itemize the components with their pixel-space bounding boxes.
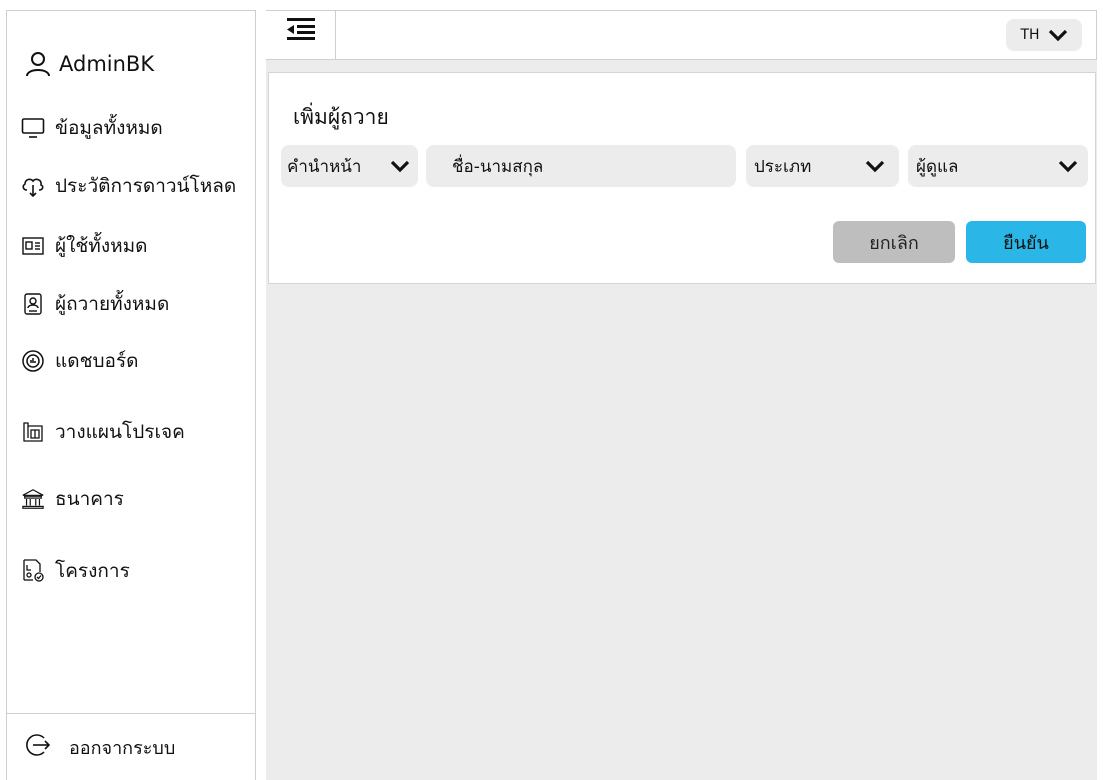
- cloud-download-icon: [21, 174, 45, 198]
- sidebar-item-download-history[interactable]: ประวัติการดาวน์โหลด: [21, 171, 236, 201]
- sidebar-item-label: โครงการ: [55, 560, 130, 582]
- type-select-label: ประเภท: [754, 156, 812, 177]
- chevron-down-icon: [390, 160, 410, 173]
- language-selector[interactable]: TH: [1006, 19, 1082, 51]
- sidebar-item-label: ข้อมูลทั้งหมด: [55, 117, 163, 139]
- sidebar-item-label: ธนาคาร: [55, 488, 124, 510]
- bank-icon: [21, 487, 45, 511]
- chevron-down-icon: [1058, 160, 1078, 173]
- sidebar-item-all-donors[interactable]: ผู้ถวายทั้งหมด: [21, 289, 169, 319]
- id-card-icon: [21, 234, 45, 258]
- fullname-input[interactable]: ชื่อ-นามสกุล: [426, 145, 736, 187]
- sidebar-item-label: วางแผนโปรเจค: [55, 421, 185, 443]
- confirm-button[interactable]: ยืนยัน: [966, 221, 1086, 263]
- type-select[interactable]: ประเภท: [746, 145, 899, 187]
- topbar: TH: [266, 10, 1097, 60]
- sidebar-item-projects[interactable]: โครงการ: [21, 556, 130, 586]
- form-title: เพิ่มผู้ถวาย: [293, 105, 389, 129]
- user-profile: AdminBK: [25, 51, 154, 77]
- logout-button[interactable]: ออกจากระบบ: [7, 713, 255, 780]
- user-icon: [26, 52, 50, 77]
- sidebar-item-label: แดชบอร์ด: [55, 350, 139, 372]
- caretaker-select-label: ผู้ดูแล: [916, 156, 959, 177]
- sidebar-item-all-users[interactable]: ผู้ใช้ทั้งหมด: [21, 231, 148, 261]
- sidebar-item-label: ประวัติการดาวน์โหลด: [55, 175, 237, 197]
- sidebar-item-project-planning[interactable]: วางแผนโปรเจค: [21, 417, 185, 447]
- sidebar-item-all-data[interactable]: ข้อมูลทั้งหมด: [21, 113, 163, 143]
- caretaker-select[interactable]: ผู้ดูแล: [908, 145, 1088, 187]
- add-donor-form: เพิ่มผู้ถวาย คำนำหน้า ชื่อ-นามสกุล ประเภ…: [268, 72, 1096, 284]
- project-icon: [21, 559, 45, 583]
- dashboard-icon: [21, 349, 45, 373]
- chevron-down-icon: [1048, 29, 1067, 42]
- sidebar-item-label: ผู้ถวายทั้งหมด: [55, 293, 170, 315]
- logout-icon: [25, 732, 51, 763]
- main-content: เพิ่มผู้ถวาย คำนำหน้า ชื่อ-นามสกุล ประเภ…: [266, 60, 1097, 780]
- person-card-icon: [21, 292, 45, 316]
- prefix-select-label: คำนำหน้า: [287, 156, 362, 177]
- sidebar-item-label: ผู้ใช้ทั้งหมด: [55, 235, 148, 257]
- username: AdminBK: [59, 52, 155, 76]
- monitor-icon: [21, 116, 45, 140]
- blueprint-icon: [21, 420, 45, 444]
- chevron-down-icon: [865, 160, 885, 173]
- collapse-menu-icon: [286, 18, 315, 40]
- language-label: TH: [1020, 27, 1040, 43]
- menu-toggle-button[interactable]: [266, 11, 336, 59]
- sidebar-item-dashboard[interactable]: แดชบอร์ด: [21, 346, 139, 376]
- cancel-button[interactable]: ยกเลิก: [833, 221, 955, 263]
- sidebar: AdminBK ข้อมูลทั้งหมด ประวัติการดาวน์โหล…: [6, 10, 256, 780]
- prefix-select[interactable]: คำนำหน้า: [281, 145, 418, 187]
- sidebar-item-bank[interactable]: ธนาคาร: [21, 484, 124, 514]
- logout-label: ออกจากระบบ: [69, 738, 176, 759]
- fullname-placeholder: ชื่อ-นามสกุล: [452, 156, 544, 177]
